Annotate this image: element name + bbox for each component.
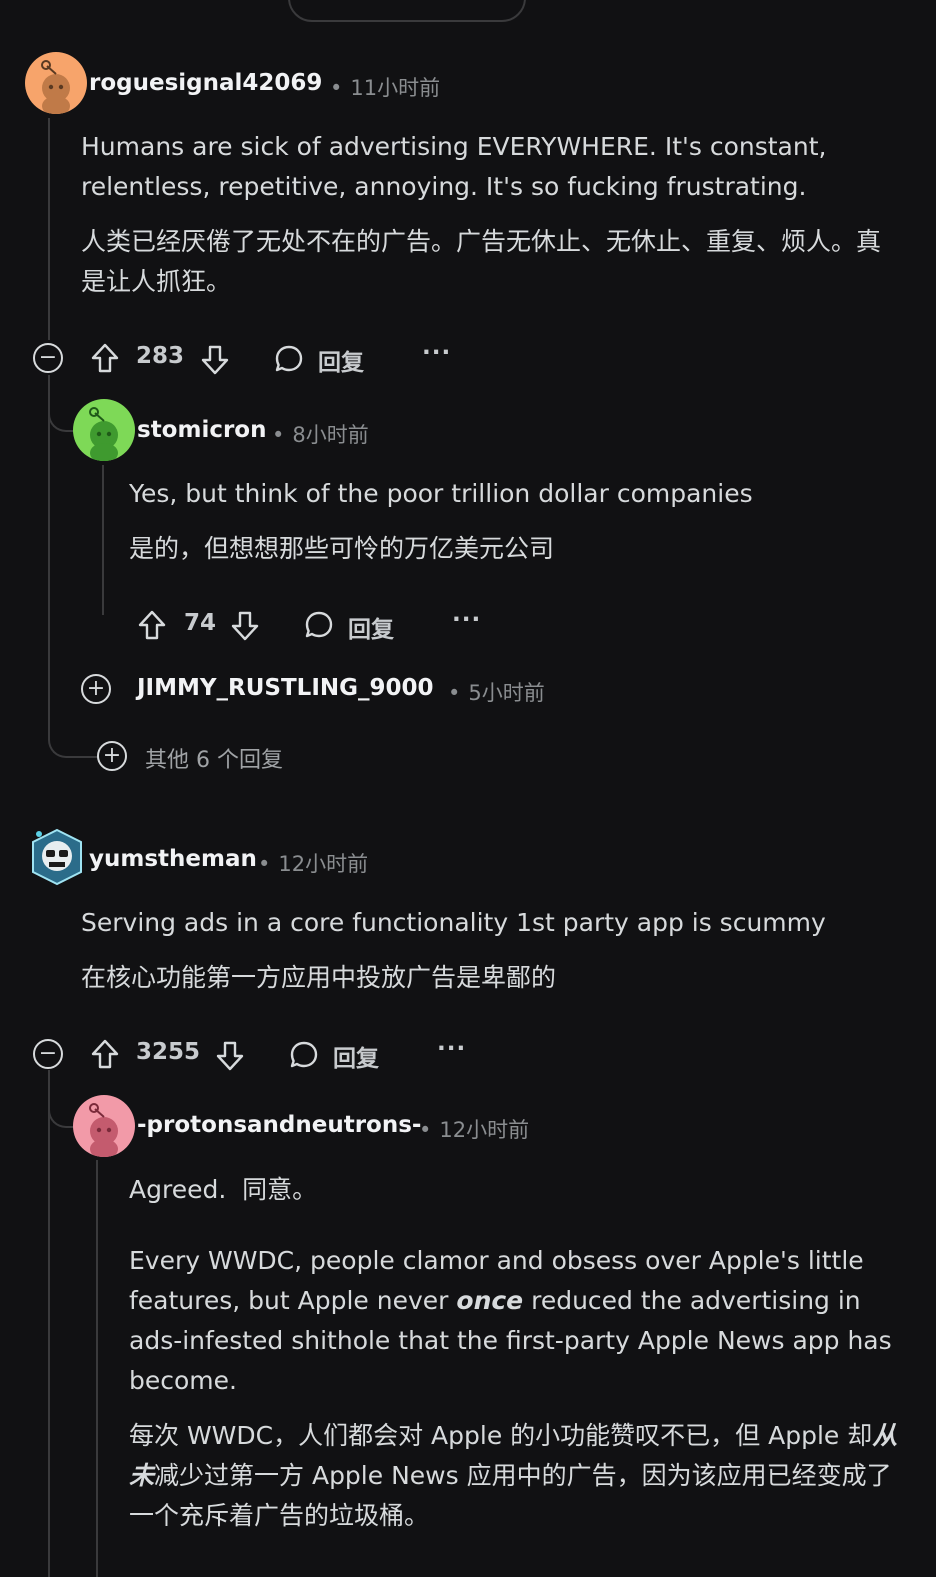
plus-icon: +: [102, 743, 122, 768]
comment-meta: • 12小时前: [409, 1114, 529, 1144]
downvote-button[interactable]: [198, 342, 232, 378]
meta-dot: •: [330, 76, 343, 100]
comment-bubble-icon: [275, 345, 303, 372]
upvote-icon: [91, 1039, 119, 1069]
upvote-icon: [91, 343, 119, 373]
collapse-button[interactable]: −: [33, 343, 63, 373]
comment-meta: • 11小时前: [320, 72, 440, 102]
avatar[interactable]: [73, 399, 135, 461]
more-replies-link[interactable]: 其他 6 个回复: [145, 742, 283, 774]
more-replies-expand-button[interactable]: +: [97, 741, 127, 771]
downvote-button[interactable]: [213, 1038, 247, 1074]
downvote-icon: [201, 345, 229, 375]
robot-avatar-icon: [32, 828, 82, 886]
comment-body-zh: 是的，但想想那些可怜的万亿美元公司: [129, 534, 555, 563]
emphasis-text: once: [456, 1286, 524, 1315]
meta-dot: •: [419, 1118, 432, 1142]
downvote-icon: [216, 1041, 244, 1071]
comment-meta: • 12小时前: [248, 848, 368, 878]
expand-button[interactable]: +: [81, 674, 111, 704]
downvote-button[interactable]: [228, 608, 262, 644]
comment-meta: • 5小时前: [438, 677, 545, 707]
reply-button[interactable]: [287, 1038, 321, 1072]
timestamp: 8小时前: [292, 423, 369, 447]
avatar[interactable]: [73, 1095, 135, 1157]
more-options-icon[interactable]: ···: [422, 340, 451, 366]
snoo-avatar-icon: [89, 407, 118, 461]
body-text-segment: 每次 WWDC，人们都会对 Apple 的小功能赞叹不已，但 Apple 却: [129, 1421, 873, 1450]
reply-label[interactable]: 回复: [333, 1039, 379, 1073]
comment-body-zh: 人类已经厌倦了无处不在的广告。广告无休止、无休止、重复、烦人。真是让人抓狂。: [81, 227, 882, 296]
meta-dot: •: [272, 423, 285, 447]
timestamp: 11小时前: [350, 76, 441, 100]
downvote-icon: [231, 611, 259, 641]
reply-label[interactable]: 回复: [318, 343, 364, 377]
reply-button[interactable]: [302, 608, 336, 642]
comment-body-zh: 在核心功能第一方应用中投放广告是卑鄙的: [81, 963, 557, 992]
minus-icon: −: [38, 1041, 58, 1066]
avatar[interactable]: [27, 826, 87, 888]
thread-elbow: [48, 400, 74, 432]
comment-body-line1: Agreed. 同意。: [129, 1175, 318, 1204]
reply-button[interactable]: [272, 342, 306, 376]
collapse-button[interactable]: −: [33, 1039, 63, 1069]
username[interactable]: yumstheman: [89, 846, 257, 872]
meta-dot: •: [448, 681, 461, 705]
upvote-button[interactable]: [88, 1036, 122, 1072]
comment-bubble-icon: [290, 1041, 318, 1068]
upvote-button[interactable]: [88, 340, 122, 376]
upvote-icon: [138, 610, 166, 640]
more-options-icon[interactable]: ···: [437, 1036, 466, 1062]
vote-count: 283: [136, 343, 185, 369]
comment-bubble-icon: [305, 611, 333, 638]
comment-body-en: Yes, but think of the poor trillion doll…: [129, 479, 753, 508]
plus-icon: +: [86, 676, 106, 701]
username[interactable]: roguesignal42069: [89, 70, 322, 96]
meta-dot: •: [258, 852, 271, 876]
thread-elbow: [48, 1090, 74, 1128]
thread-line: [102, 465, 104, 615]
comment-meta: • 8小时前: [262, 419, 369, 449]
minus-icon: −: [38, 345, 58, 370]
comment-body-en: Humans are sick of advertising EVERYWHER…: [81, 132, 827, 201]
snoo-avatar-icon: [89, 1103, 118, 1157]
top-pill-partial: [288, 0, 526, 22]
timestamp: 5小时前: [468, 681, 545, 705]
comment-body-en: Serving ads in a core functionality 1st …: [81, 908, 826, 937]
timestamp: 12小时前: [439, 1118, 530, 1142]
vote-count: 3255: [136, 1039, 201, 1065]
username[interactable]: -protonsandneutrons-: [137, 1112, 421, 1138]
vote-count: 74: [184, 610, 217, 636]
comment-body-zh: 每次 WWDC，人们都会对 Apple 的小功能赞叹不已，但 Apple 却从未…: [129, 1416, 914, 1536]
thread-line: [96, 1160, 98, 1577]
reply-label[interactable]: 回复: [348, 610, 394, 644]
thread-line: [48, 118, 50, 340]
avatar[interactable]: [25, 52, 87, 114]
username[interactable]: JIMMY_RUSTLING_9000: [137, 675, 434, 701]
upvote-button[interactable]: [135, 607, 169, 643]
thread-line: [48, 1070, 50, 1577]
comment-body-en: Every WWDC, people clamor and obsess ove…: [129, 1241, 919, 1401]
snoo-avatar-icon: [41, 60, 70, 114]
username[interactable]: stomicron: [137, 417, 267, 443]
body-text-segment: 减少过第一方 Apple News 应用中的广告，因为该应用已经变成了一个充斥着…: [129, 1461, 892, 1530]
more-options-icon[interactable]: ···: [452, 607, 481, 633]
timestamp: 12小时前: [278, 852, 369, 876]
